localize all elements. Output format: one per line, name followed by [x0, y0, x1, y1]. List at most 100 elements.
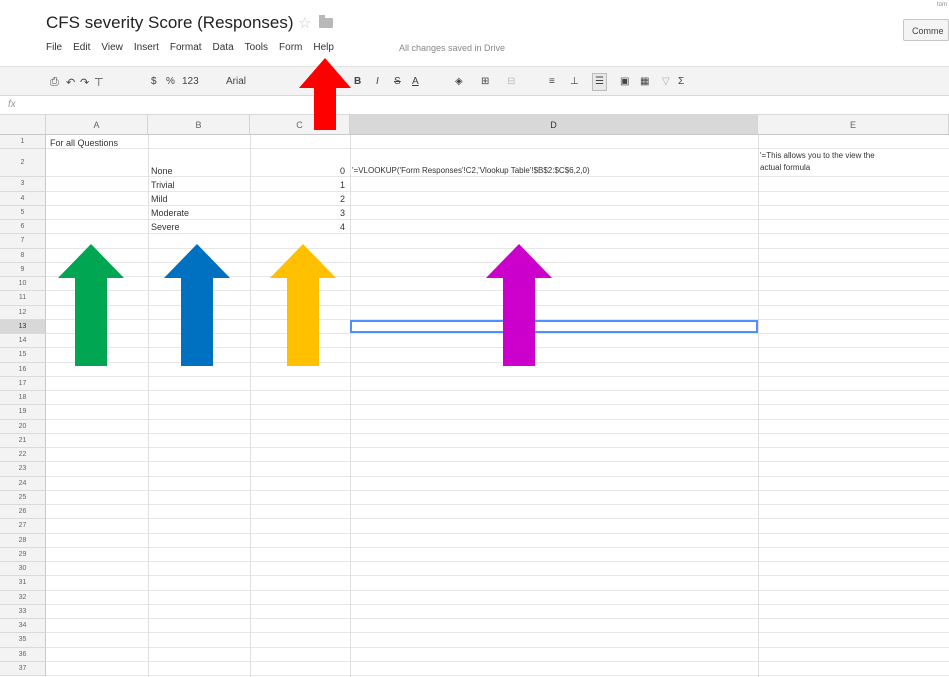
row-header-24[interactable]: 24	[0, 476, 46, 491]
borders-icon[interactable]: ⊞	[481, 76, 489, 87]
cell-b5[interactable]: Moderate	[151, 208, 189, 218]
cell-c6[interactable]: 4	[340, 222, 345, 232]
cell-e2-line1[interactable]: '=This allows you to the view the	[760, 151, 875, 160]
number-format-button[interactable]: 123	[182, 76, 199, 87]
cell-b4[interactable]: Mild	[151, 194, 168, 204]
row-header-7[interactable]: 7	[0, 234, 46, 249]
row-header-18[interactable]: 18	[0, 391, 46, 406]
row-header-13[interactable]: 13	[0, 319, 46, 334]
row-header-29[interactable]: 29	[0, 547, 46, 562]
corner-cell[interactable]	[0, 115, 46, 135]
cell-b6[interactable]: Severe	[151, 222, 180, 232]
row-header-16[interactable]: 16	[0, 362, 46, 377]
row-header-22[interactable]: 22	[0, 448, 46, 463]
cell-d2[interactable]: '=VLOOKUP('Form Responses'!C2,'Vlookup T…	[352, 166, 590, 175]
row-gridline	[46, 447, 949, 448]
filter-icon[interactable]: ▽	[662, 76, 670, 87]
menu-format[interactable]: Format	[170, 42, 202, 53]
row-gridline	[46, 518, 949, 520]
menu-file[interactable]: File	[46, 42, 62, 53]
row-header-9[interactable]: 9	[0, 262, 46, 277]
column-header-e[interactable]: E	[758, 115, 949, 135]
menu-data[interactable]: Data	[213, 42, 234, 53]
comments-button[interactable]: Comme	[903, 19, 949, 41]
cell-b3[interactable]: Trivial	[151, 180, 175, 190]
chart-icon[interactable]: ▦	[640, 76, 649, 87]
menu-insert[interactable]: Insert	[134, 42, 159, 53]
menu-form[interactable]: Form	[279, 42, 302, 53]
menu-view[interactable]: View	[101, 42, 123, 53]
strikethrough-button[interactable]: S	[394, 76, 401, 87]
wrap-text-icon[interactable]: ☰	[592, 73, 607, 91]
cell-e2-line2[interactable]: actual formula	[760, 163, 810, 172]
menu-tools[interactable]: Tools	[245, 42, 268, 53]
row-header-6[interactable]: 6	[0, 220, 46, 235]
merge-cells-icon[interactable]: ⊟	[507, 76, 515, 87]
paint-format-icon[interactable]: ⊤	[94, 76, 104, 89]
save-status: All changes saved in Drive	[399, 43, 506, 53]
percent-button[interactable]: %	[166, 76, 175, 87]
row-header-30[interactable]: 30	[0, 562, 46, 577]
row-header-12[interactable]: 12	[0, 305, 46, 320]
row-header-3[interactable]: 3	[0, 177, 46, 192]
row-header-21[interactable]: 21	[0, 433, 46, 448]
valign-icon[interactable]: ⊥	[570, 76, 579, 87]
arrow-shape	[486, 244, 552, 366]
folder-icon[interactable]	[319, 15, 333, 28]
column-header-d[interactable]: D	[350, 115, 758, 135]
row-header-32[interactable]: 32	[0, 590, 46, 605]
row-header-20[interactable]: 20	[0, 419, 46, 434]
row-header-1[interactable]: 1	[0, 135, 46, 150]
row-gridline	[46, 475, 949, 477]
row-header-8[interactable]: 8	[0, 248, 46, 263]
row-header-36[interactable]: 36	[0, 647, 46, 662]
align-icon[interactable]: ≡	[549, 76, 555, 87]
cell-a1[interactable]: For all Questions	[50, 138, 118, 148]
row-header-19[interactable]: 19	[0, 405, 46, 420]
row-header-17[interactable]: 17	[0, 376, 46, 391]
row-gridline	[46, 575, 949, 577]
row-header-27[interactable]: 27	[0, 519, 46, 534]
selected-range-d13[interactable]	[350, 320, 758, 333]
row-header-11[interactable]: 11	[0, 291, 46, 306]
undo-icon[interactable]: ↶	[66, 76, 75, 89]
cell-c4[interactable]: 2	[340, 194, 345, 204]
row-header-31[interactable]: 31	[0, 576, 46, 591]
functions-button[interactable]: Σ	[678, 76, 684, 87]
text-color-button[interactable]: A	[412, 76, 419, 87]
currency-button[interactable]: $	[151, 76, 157, 87]
font-family-select[interactable]: Arial	[226, 76, 246, 87]
row-header-10[interactable]: 10	[0, 277, 46, 292]
row-header-26[interactable]: 26	[0, 505, 46, 520]
comment-icon[interactable]: ▣	[620, 76, 629, 87]
row-header-28[interactable]: 28	[0, 533, 46, 548]
row-header-34[interactable]: 34	[0, 619, 46, 634]
row-header-15[interactable]: 15	[0, 348, 46, 363]
row-header-2[interactable]: 2	[0, 149, 46, 178]
cell-c2[interactable]: 0	[340, 166, 345, 176]
cell-b2[interactable]: None	[151, 166, 173, 176]
row-header-37[interactable]: 37	[0, 661, 46, 676]
cell-c5[interactable]: 3	[340, 208, 345, 218]
print-icon[interactable]: ⎙	[50, 76, 59, 89]
menu-bar: File Edit View Insert Format Data Tools …	[46, 42, 345, 53]
menu-edit[interactable]: Edit	[73, 42, 90, 53]
row-header-4[interactable]: 4	[0, 191, 46, 206]
star-icon[interactable]: ☆	[298, 14, 311, 32]
row-header-5[interactable]: 5	[0, 205, 46, 220]
row-header-33[interactable]: 33	[0, 604, 46, 619]
document-title[interactable]: CFS severity Score (Responses)	[46, 13, 294, 33]
redo-icon[interactable]: ↷	[80, 76, 89, 89]
italic-button[interactable]: I	[376, 76, 379, 87]
row-header-14[interactable]: 14	[0, 334, 46, 349]
column-header-b[interactable]: B	[148, 115, 250, 135]
menu-help[interactable]: Help	[313, 42, 334, 53]
row-header-25[interactable]: 25	[0, 490, 46, 505]
fill-color-icon[interactable]: ◈	[455, 76, 463, 87]
column-header-a[interactable]: A	[46, 115, 148, 135]
row-header-35[interactable]: 35	[0, 633, 46, 648]
cell-c3[interactable]: 1	[340, 180, 345, 190]
row-header-23[interactable]: 23	[0, 462, 46, 477]
bold-button[interactable]: B	[354, 76, 361, 87]
formula-bar[interactable]	[0, 96, 949, 115]
